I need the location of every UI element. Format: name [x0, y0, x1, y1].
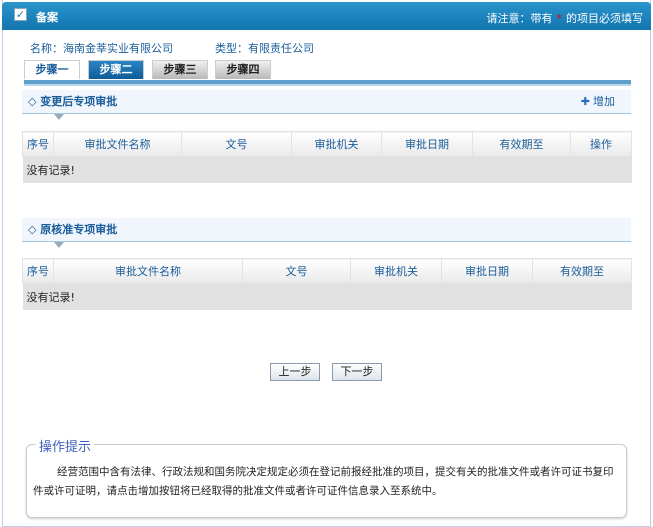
changed-approval-table: 序号 审批文件名称 文号 审批机关 审批日期 有效期至 操作 没有记录! [22, 131, 632, 183]
tips-box: 经营范围中含有法律、行政法规和国务院决定规定必须在登记前报经批准的项目，提交有关… [26, 444, 627, 518]
col-header: 有效期至 [472, 131, 571, 157]
empty-message: 没有记录! [22, 156, 632, 183]
tips-text: 经营范围中含有法律、行政法规和国务院决定规定必须在登记前报经批准的项目，提交有关… [33, 466, 614, 497]
col-header: 序号 [22, 258, 54, 284]
next-step-button[interactable]: 下一步 [332, 363, 382, 381]
company-name: 名称：海南金莘实业有限公司 [30, 42, 173, 55]
table-header-row: 序号 审批文件名称 文号 审批机关 审批日期 有效期至 [22, 258, 632, 284]
add-button[interactable]: ✚ 增加 [581, 90, 615, 114]
col-header: 有效期至 [532, 258, 632, 284]
col-header: 审批机关 [291, 131, 382, 157]
down-arrow-icon [54, 242, 64, 248]
tips-title: 操作提示 [36, 436, 95, 455]
required-note: 请注意：带有 * 的项目必须填写 [486, 12, 644, 25]
header-bar: ✓ 备案 请注意：带有 * 的项目必须填写 [2, 2, 651, 30]
col-header: 审批文件名称 [53, 258, 243, 284]
col-header: 文号 [242, 258, 351, 284]
tab-step-2[interactable]: 步骤二 [88, 60, 144, 79]
table-header-row: 序号 审批文件名称 文号 审批机关 审批日期 有效期至 操作 [22, 131, 632, 157]
col-header: 审批日期 [381, 131, 473, 157]
section-title: ◇ 变更后专项审批 [28, 95, 118, 108]
company-type: 类型：有限责任公司 [215, 42, 314, 55]
section-changed-approval-header: ◇ 变更后专项审批 ✚ 增加 [22, 90, 631, 120]
page-title: 备案 [36, 11, 58, 24]
col-header: 审批文件名称 [53, 131, 182, 157]
tab-step-4[interactable]: 步骤四 [215, 60, 271, 79]
col-header: 操作 [570, 131, 632, 157]
tab-underline [24, 80, 631, 86]
prev-step-button[interactable]: 上一步 [270, 363, 320, 381]
col-header: 审批日期 [441, 258, 533, 284]
empty-message: 没有记录! [22, 283, 632, 310]
table-row: 没有记录! [22, 283, 632, 310]
table-row: 没有记录! [22, 156, 632, 183]
col-header: 序号 [22, 131, 54, 157]
plus-icon: ✚ [580, 95, 590, 108]
section-title: ◇ 原核准专项审批 [28, 223, 118, 236]
tab-step-3[interactable]: 步骤三 [152, 60, 208, 79]
section-original-approval-header: ◇ 原核准专项审批 [22, 218, 631, 248]
required-star-icon: * [556, 12, 563, 25]
original-approval-table: 序号 审批文件名称 文号 审批机关 审批日期 有效期至 没有记录! [22, 258, 632, 310]
checkbox-icon: ✓ [14, 8, 27, 21]
col-header: 文号 [181, 131, 292, 157]
down-arrow-icon [54, 114, 64, 120]
col-header: 审批机关 [350, 258, 442, 284]
tab-step-1[interactable]: 步骤一 [24, 60, 80, 79]
